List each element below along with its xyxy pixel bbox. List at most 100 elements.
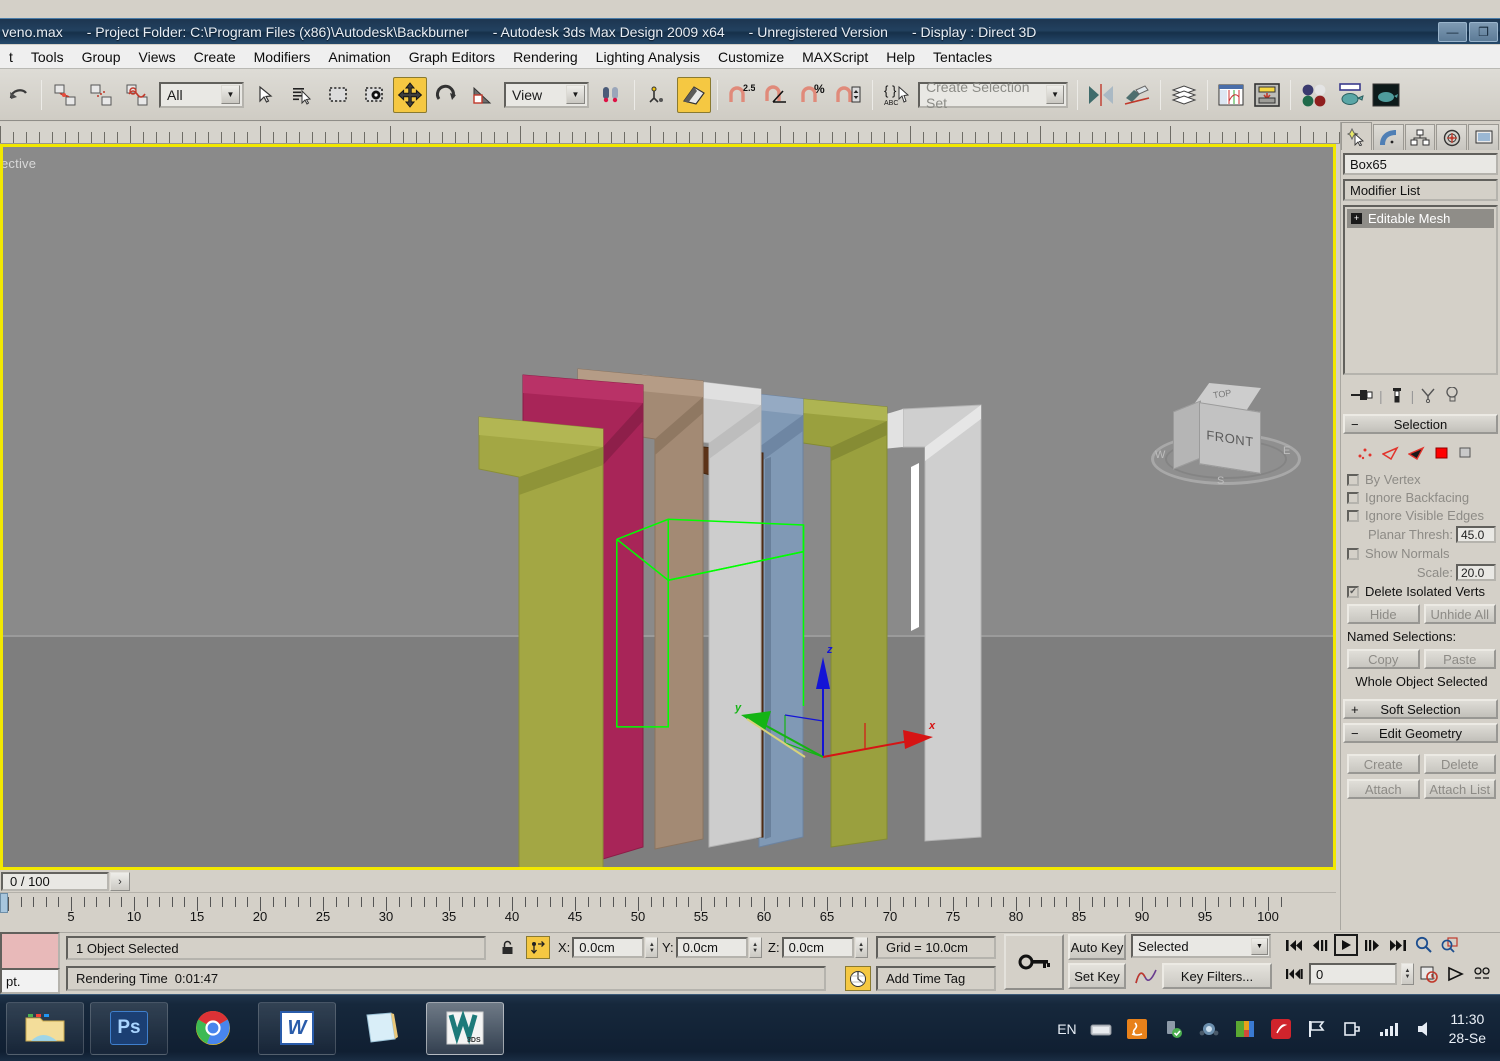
select-and-place-icon[interactable] bbox=[1444, 963, 1468, 985]
unhide-all-button[interactable]: Unhide All bbox=[1423, 604, 1496, 624]
menu-item-lighting-analysis[interactable]: Lighting Analysis bbox=[587, 47, 709, 67]
modifier-stack[interactable]: + Editable Mesh bbox=[1343, 205, 1498, 375]
menu-item-animation[interactable]: Animation bbox=[319, 47, 399, 67]
checkbox-box[interactable] bbox=[1347, 509, 1359, 522]
y-input[interactable]: 0.0cm bbox=[675, 937, 748, 958]
track-bar-cursor[interactable] bbox=[0, 893, 8, 913]
auto-key-button[interactable]: Auto Key bbox=[1068, 934, 1126, 960]
checkbox-ignore-visible-edges[interactable]: Ignore Visible Edges bbox=[1347, 508, 1496, 523]
mirror-selected-objects-icon[interactable] bbox=[641, 77, 675, 113]
modify-tab-icon[interactable] bbox=[1372, 124, 1404, 150]
play-animation-icon[interactable] bbox=[1334, 934, 1358, 956]
go-to-start-icon[interactable] bbox=[1282, 934, 1306, 956]
lock-icon[interactable] bbox=[497, 938, 517, 958]
angle-snap-toggle-icon[interactable] bbox=[760, 77, 794, 113]
sticky-notes-taskbar-icon[interactable] bbox=[342, 1002, 420, 1055]
rollout-header-edit-geometry[interactable]: − Edit Geometry bbox=[1343, 723, 1498, 743]
menu-item-graph-editors[interactable]: Graph Editors bbox=[400, 47, 504, 67]
chevron-down-icon[interactable]: ▼ bbox=[1046, 85, 1064, 104]
checkbox-box[interactable] bbox=[1347, 491, 1359, 504]
select-and-link-icon[interactable] bbox=[48, 77, 82, 113]
maxscript-mini-listener-input[interactable]: pt. bbox=[0, 968, 60, 994]
polygon-icon[interactable] bbox=[1434, 446, 1450, 463]
flag-action-center-icon[interactable] bbox=[1304, 1016, 1330, 1042]
select-by-name-icon[interactable] bbox=[285, 77, 319, 113]
bind-to-space-warp-icon[interactable] bbox=[120, 77, 154, 113]
chevron-down-icon[interactable]: ▼ bbox=[566, 85, 585, 104]
z-spinner[interactable]: ▲ ▼ bbox=[854, 937, 868, 958]
face-icon[interactable] bbox=[1407, 446, 1425, 463]
create-button[interactable]: Create bbox=[1347, 754, 1420, 774]
select-object-icon[interactable] bbox=[249, 77, 283, 113]
object-name-field[interactable]: Box65 bbox=[1343, 153, 1498, 175]
paste-button[interactable]: Paste bbox=[1423, 649, 1496, 669]
zoom-viewport-icon[interactable] bbox=[1412, 934, 1436, 956]
menu-item-t[interactable]: t bbox=[0, 47, 22, 67]
delete-button[interactable]: Delete bbox=[1423, 754, 1496, 774]
next-frame-button[interactable]: › bbox=[110, 872, 130, 891]
align-icon[interactable] bbox=[1120, 77, 1154, 113]
maxscript-mini-listener-output[interactable] bbox=[0, 932, 60, 970]
unlink-selection-icon[interactable] bbox=[84, 77, 118, 113]
transform-gizmo[interactable]: z x y bbox=[713, 627, 953, 797]
render-setup-icon[interactable] bbox=[1333, 77, 1367, 113]
key-mode-combo[interactable]: Selected ▼ bbox=[1131, 934, 1271, 958]
checkbox-ignore-backfacing[interactable]: Ignore Backfacing bbox=[1347, 490, 1496, 505]
menu-item-tentacles[interactable]: Tentacles bbox=[924, 47, 1001, 67]
select-and-move-icon[interactable] bbox=[393, 76, 427, 113]
power-plug-icon[interactable] bbox=[1340, 1016, 1366, 1042]
viewport-layout-icon[interactable] bbox=[1471, 963, 1495, 985]
rollout-header-selection[interactable]: − Selection bbox=[1343, 414, 1498, 434]
previous-frame-icon[interactable] bbox=[1308, 934, 1332, 956]
menu-item-create[interactable]: Create bbox=[185, 47, 245, 67]
windows-explorer-taskbar-icon[interactable] bbox=[6, 1001, 84, 1055]
edit-named-selection-sets-icon[interactable]: { } ABC bbox=[879, 77, 913, 113]
volume-icon[interactable] bbox=[1412, 1016, 1438, 1042]
attach-button[interactable]: Attach bbox=[1347, 779, 1420, 799]
track-bar[interactable]: 5 10 15 20 25 30 35 40 45 50 55 60 65 70 75 80 85 90 95 100 bbox=[0, 892, 1336, 932]
modifier-list-dropdown[interactable]: Modifier List bbox=[1343, 179, 1498, 201]
checkbox-box[interactable] bbox=[1347, 473, 1359, 486]
pdf-app-icon[interactable] bbox=[1268, 1016, 1294, 1042]
pin-stack-icon[interactable] bbox=[1351, 387, 1373, 406]
display-tab-icon[interactable] bbox=[1468, 124, 1499, 150]
rollout-header-soft-selection[interactable]: + Soft Selection bbox=[1343, 699, 1498, 719]
expand-icon[interactable]: + bbox=[1351, 213, 1362, 224]
layer-manager-icon[interactable] bbox=[1167, 77, 1201, 113]
selection-filter-combo[interactable]: All ▼ bbox=[159, 81, 244, 108]
set-key-button[interactable]: Set Key bbox=[1068, 963, 1126, 989]
zoom-all-viewports-icon[interactable] bbox=[1438, 934, 1462, 956]
safely-remove-hardware-icon[interactable] bbox=[1160, 1016, 1186, 1042]
named-selection-set-combo[interactable]: Create Selection Set ▼ bbox=[918, 79, 1068, 111]
checkbox-show-normals[interactable]: Show Normals bbox=[1347, 546, 1496, 561]
view-cube[interactable]: W E S FRONT TOP bbox=[1143, 375, 1303, 495]
checkbox-delete-isolated-verts[interactable]: ✔ Delete Isolated Verts bbox=[1347, 584, 1496, 599]
create-tab-icon[interactable] bbox=[1341, 122, 1372, 150]
rectangular-selection-region-icon[interactable] bbox=[321, 77, 355, 113]
curve-editor-icon[interactable] bbox=[1214, 77, 1248, 113]
menu-item-modifiers[interactable]: Modifiers bbox=[245, 47, 320, 67]
add-time-tag-icon[interactable] bbox=[845, 966, 871, 991]
percent-snap-toggle-icon[interactable]: % bbox=[796, 77, 830, 113]
z-input[interactable]: 0.0cm bbox=[781, 937, 854, 958]
view-cube-front-face[interactable]: FRONT bbox=[1199, 402, 1261, 474]
network-share-icon[interactable] bbox=[1196, 1016, 1222, 1042]
rollout-toggle-icon[interactable]: + bbox=[1351, 702, 1359, 717]
rollout-toggle-icon[interactable]: − bbox=[1351, 726, 1359, 741]
menu-item-views[interactable]: Views bbox=[130, 47, 185, 67]
window-crossing-toggle-icon[interactable] bbox=[357, 77, 391, 113]
active-viewport[interactable]: ective z x y W E S FRONT TOP bbox=[0, 144, 1336, 870]
photoshop-taskbar-icon[interactable]: Ps bbox=[90, 1001, 168, 1055]
remove-modifier-icon[interactable] bbox=[1444, 385, 1460, 406]
restore-button[interactable]: ❐ bbox=[1469, 22, 1498, 42]
keyboard-layout-icon[interactable] bbox=[1088, 1016, 1114, 1042]
spinner-snap-toggle-icon[interactable] bbox=[832, 77, 866, 113]
vertex-icon[interactable] bbox=[1357, 446, 1373, 463]
key-mode-toggle-icon[interactable] bbox=[1282, 963, 1306, 985]
time-configuration-icon[interactable] bbox=[1417, 963, 1441, 985]
view-cube-left-face[interactable] bbox=[1173, 400, 1201, 470]
motion-tab-icon[interactable] bbox=[1436, 124, 1468, 150]
y-spinner[interactable]: ▲ ▼ bbox=[748, 937, 762, 958]
show-end-result-icon[interactable] bbox=[1389, 387, 1405, 406]
reference-coordinate-combo[interactable]: View ▼ bbox=[504, 81, 589, 108]
